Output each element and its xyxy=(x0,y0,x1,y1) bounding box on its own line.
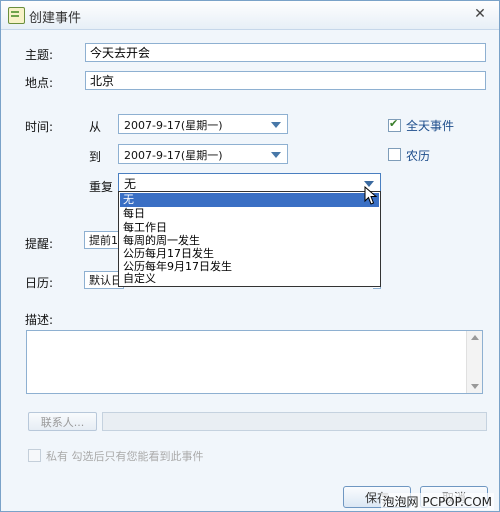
title-bar: 创建事件 ✕ xyxy=(1,1,499,30)
repeat-option-monthly-17[interactable]: 公历每月17日发生 xyxy=(120,247,379,261)
repeat-option-daily[interactable]: 每日 xyxy=(120,207,379,221)
subject-label: 主题: xyxy=(25,48,54,62)
all-day-checkbox[interactable] xyxy=(388,117,401,132)
repeat-option-custom[interactable]: 自定义 xyxy=(120,272,379,286)
scroll-down-icon[interactable] xyxy=(471,384,479,389)
lunar-label: 农历 xyxy=(406,149,431,163)
create-event-dialog: 创建事件 ✕ 主题: 今天去开会 地点: 北京 时间: 从 2007-9-17(… xyxy=(0,0,500,512)
repeat-select[interactable]: 无 xyxy=(118,173,381,193)
from-date-value: 2007-9-17(星期一) xyxy=(124,119,223,132)
location-input[interactable]: 北京 xyxy=(85,71,486,90)
to-label: 到 xyxy=(89,150,102,164)
contacts-field[interactable] xyxy=(102,412,487,431)
repeat-label: 重复 xyxy=(89,180,114,194)
description-label: 描述: xyxy=(25,313,54,327)
location-label: 地点: xyxy=(25,76,54,90)
watermark: 泡泡网 PCPOP.COM xyxy=(380,493,494,510)
from-date-select[interactable]: 2007-9-17(星期一) xyxy=(118,114,288,134)
repeat-value: 无 xyxy=(124,177,137,191)
subject-input[interactable]: 今天去开会 xyxy=(85,43,486,62)
repeat-option-weekly-monday[interactable]: 每周的周一发生 xyxy=(120,234,379,248)
reminder-label: 提醒: xyxy=(25,237,54,251)
mouse-cursor-icon xyxy=(364,186,378,205)
to-date-select[interactable]: 2007-9-17(星期一) xyxy=(118,144,288,164)
calendar-label: 日历: xyxy=(25,276,54,290)
chevron-down-icon[interactable] xyxy=(271,152,281,158)
lunar-checkbox[interactable] xyxy=(388,148,401,161)
description-scrollbar[interactable] xyxy=(466,331,482,393)
calendar-app-icon xyxy=(8,7,25,24)
repeat-dropdown-list[interactable]: 无 每日 每工作日 每周的周一发生 公历每月17日发生 公历每年9月17日发生 … xyxy=(118,191,381,287)
time-label: 时间: xyxy=(25,120,54,134)
scroll-up-icon[interactable] xyxy=(471,335,479,340)
repeat-option-weekday[interactable]: 每工作日 xyxy=(120,221,379,235)
to-date-value: 2007-9-17(星期一) xyxy=(124,149,223,162)
dialog-title: 创建事件 xyxy=(29,11,82,26)
private-label: 私有 勾选后只有您能看到此事件 xyxy=(46,450,204,463)
description-textarea[interactable] xyxy=(26,330,483,394)
chevron-down-icon[interactable] xyxy=(271,122,281,128)
from-label: 从 xyxy=(89,120,102,134)
private-checkbox[interactable] xyxy=(28,449,41,462)
repeat-option-none[interactable]: 无 xyxy=(120,193,379,207)
all-day-label: 全天事件 xyxy=(406,119,455,133)
contacts-button[interactable]: 联系人... xyxy=(28,412,97,431)
close-icon[interactable]: ✕ xyxy=(471,5,489,23)
